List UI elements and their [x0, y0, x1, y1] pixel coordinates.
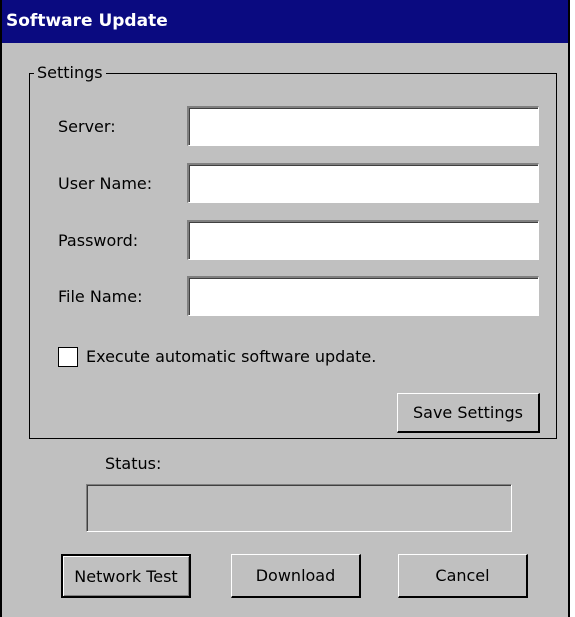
settings-group-label: Settings: [34, 64, 106, 82]
password-input[interactable]: [189, 222, 538, 259]
server-field[interactable]: [187, 106, 539, 146]
server-label: Server:: [58, 117, 116, 136]
cancel-button[interactable]: Cancel: [398, 554, 528, 598]
download-button[interactable]: Download: [231, 554, 361, 598]
file-name-field[interactable]: [187, 276, 539, 316]
server-input[interactable]: [189, 108, 538, 145]
user-name-field[interactable]: [187, 163, 539, 203]
password-label: Password:: [58, 231, 139, 250]
network-test-button[interactable]: Network Test: [61, 554, 191, 598]
auto-update-label[interactable]: Execute automatic software update.: [86, 347, 376, 367]
auto-update-checkbox[interactable]: [58, 347, 78, 367]
software-update-dialog: Software Update Settings Server: User Na…: [0, 0, 570, 617]
user-name-label: User Name:: [58, 174, 153, 193]
password-field[interactable]: [187, 220, 539, 260]
status-label: Status:: [105, 454, 162, 473]
user-name-input[interactable]: [189, 165, 538, 202]
title-bar: Software Update: [2, 0, 568, 43]
file-name-input[interactable]: [189, 278, 538, 315]
save-settings-button[interactable]: Save Settings: [397, 393, 540, 433]
file-name-label: File Name:: [58, 287, 143, 306]
status-display: [86, 484, 512, 532]
